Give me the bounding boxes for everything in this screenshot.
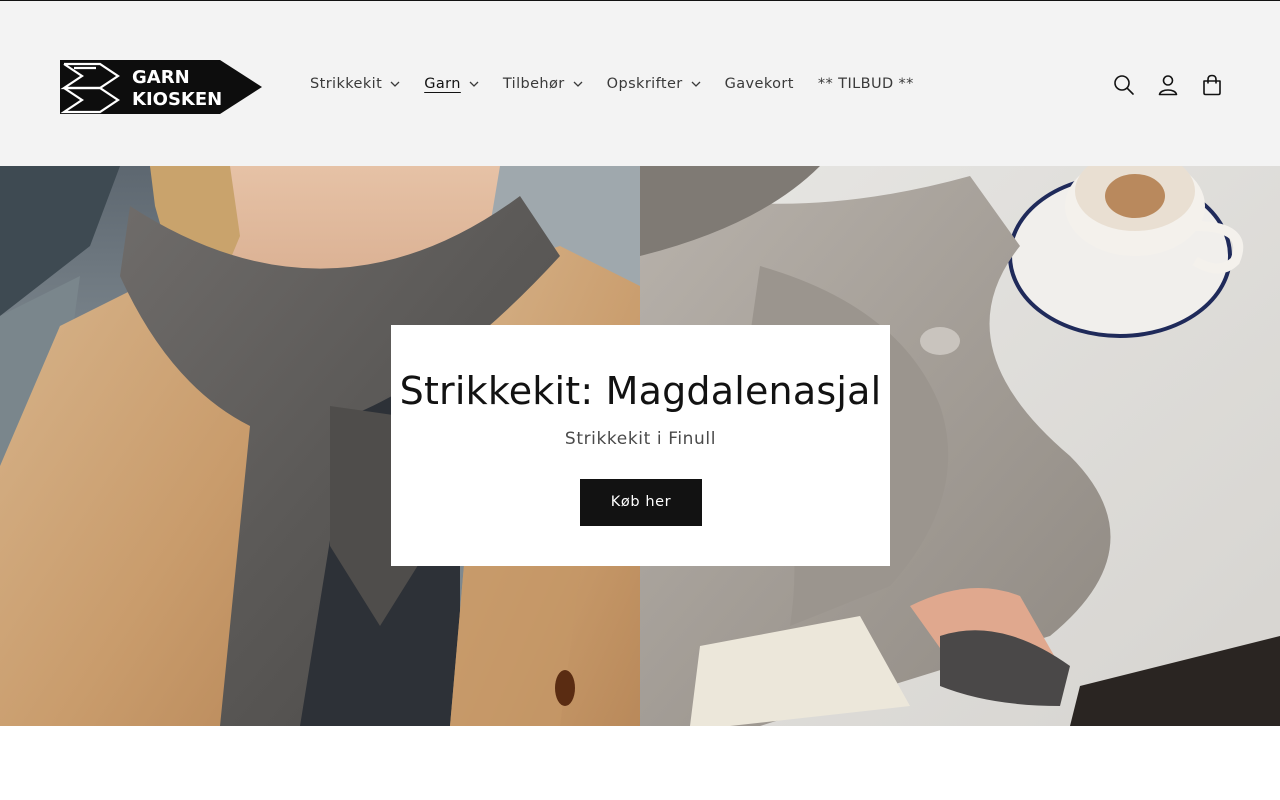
- nav-item-tilbehor[interactable]: Tilbehør: [491, 67, 595, 101]
- nav-item-label: Gavekort: [724, 76, 794, 92]
- nav-item-garn[interactable]: Garn: [412, 67, 491, 101]
- search-button[interactable]: [1102, 63, 1146, 107]
- nav-item-gavekort[interactable]: Gavekort: [713, 67, 806, 101]
- main-nav: Strikkekit Garn Tilbehør Opskrifter Gave…: [298, 67, 926, 101]
- nav-item-label: Opskrifter: [606, 76, 683, 92]
- hero-title: Strikkekit: Magdalenasjal: [399, 369, 882, 413]
- next-section: [0, 726, 1280, 800]
- hero-subtitle: Strikkekit i Finull: [564, 429, 717, 449]
- chevron-down-icon: [691, 81, 701, 87]
- nav-item-label: Garn: [424, 76, 461, 92]
- hero-content-box: Strikkekit: Magdalenasjal Strikkekit i F…: [391, 325, 890, 566]
- nav-item-opskrifter[interactable]: Opskrifter: [595, 67, 713, 101]
- account-button[interactable]: [1146, 63, 1190, 107]
- account-icon: [1158, 75, 1178, 96]
- hero-banner: Strikkekit: Magdalenasjal Strikkekit i F…: [0, 166, 1280, 726]
- logo-line2: KIOSKEN: [132, 89, 222, 110]
- chevron-down-icon: [390, 81, 400, 87]
- chevron-down-icon: [573, 81, 583, 87]
- cart-icon: [1203, 74, 1221, 96]
- nav-item-tilbud[interactable]: ** TILBUD **: [806, 67, 926, 101]
- site-header: GARN KIOSKEN Strikkekit Garn Tilbehør Op…: [0, 1, 1280, 166]
- nav-item-label: Strikkekit: [310, 76, 383, 92]
- logo-graphic: GARN KIOSKEN: [60, 60, 262, 114]
- chevron-down-icon: [469, 81, 479, 87]
- cart-button[interactable]: [1190, 63, 1234, 107]
- garnkiosken-logo[interactable]: GARN KIOSKEN: [60, 58, 264, 116]
- search-icon: [1114, 75, 1134, 95]
- logo-line1: GARN: [132, 67, 190, 88]
- nav-item-label: ** TILBUD **: [817, 76, 914, 92]
- nav-item-strikkekit[interactable]: Strikkekit: [298, 67, 412, 101]
- nav-item-label: Tilbehør: [502, 76, 565, 92]
- header-icons: [1102, 63, 1234, 107]
- buy-button[interactable]: Køb her: [580, 479, 702, 526]
